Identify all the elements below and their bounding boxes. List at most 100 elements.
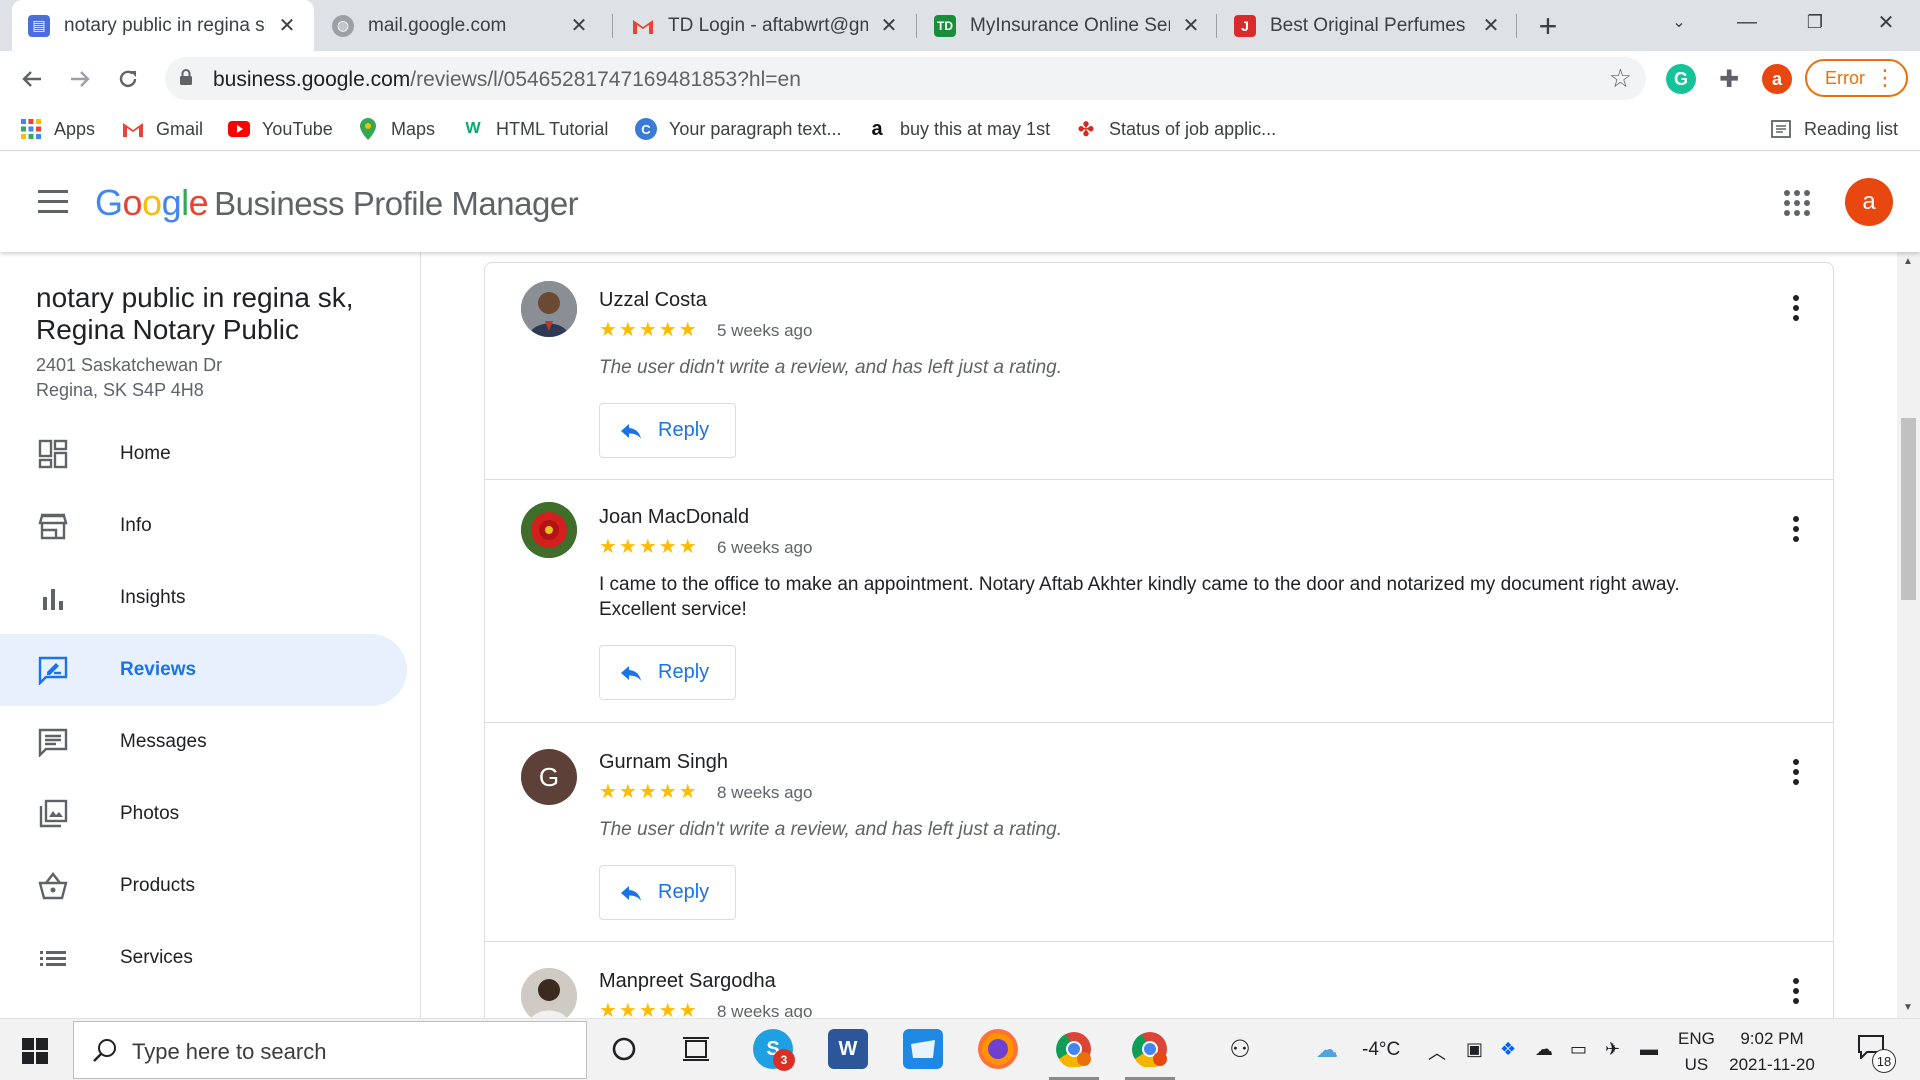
more-vert-icon[interactable] <box>1791 295 1801 325</box>
input-language[interactable]: ENG US <box>1678 1026 1715 1078</box>
grammarly-icon[interactable]: G <box>1666 64 1696 94</box>
reply-button[interactable]: Reply <box>599 645 736 700</box>
canva-icon: C <box>635 118 657 140</box>
main-menu-icon[interactable] <box>38 190 68 214</box>
sidebar-item-reviews[interactable]: Reviews <box>0 634 407 706</box>
action-center-button[interactable]: 18 <box>1858 1035 1896 1073</box>
bookmark-youtube[interactable]: YouTube <box>228 116 333 142</box>
chrome-profile-n-icon[interactable] <box>1054 1029 1094 1069</box>
forward-button[interactable] <box>62 61 98 97</box>
sidebar-item-products[interactable]: Products <box>0 850 407 922</box>
more-vert-icon[interactable] <box>1791 516 1801 546</box>
browser-toolbar: business.google.com/reviews/l/0546528174… <box>0 51 1920 106</box>
system-clock[interactable]: 9:02 PM 2021-11-20 <box>1712 1026 1832 1078</box>
tab-mail[interactable]: ◍ mail.google.com ✕ <box>316 0 606 51</box>
url-host: business.google.com <box>213 68 411 91</box>
reply-button[interactable]: Reply <box>599 403 736 458</box>
bookmark-html-tutorial[interactable]: W HTML Tutorial <box>462 116 608 142</box>
reply-button[interactable]: Reply <box>599 865 736 920</box>
bookmark-job-status[interactable]: ✤ Status of job applic... <box>1075 116 1277 142</box>
review-card: Joan MacDonald ★★★★★ 6 weeks ago I came … <box>484 480 1834 723</box>
google-apps-icon[interactable] <box>1784 190 1810 221</box>
bookmarks-bar: Apps Gmail YouTube Maps W HTML Tutorial … <box>0 106 1920 151</box>
people-icon[interactable]: ⚇ <box>1220 1029 1260 1069</box>
close-tab-icon[interactable]: ✕ <box>1480 13 1502 38</box>
bar-chart-icon <box>43 589 63 610</box>
bookmark-canva[interactable]: C Your paragraph text... <box>635 116 841 142</box>
restore-button[interactable]: ❐ <box>1781 0 1849 44</box>
profile-avatar[interactable]: a <box>1762 64 1792 94</box>
bookmark-amazon[interactable]: a buy this at may 1st <box>866 116 1050 142</box>
back-button[interactable] <box>14 61 50 97</box>
weather-temperature[interactable]: -4°C <box>1362 1039 1400 1061</box>
sidebar-item-insights[interactable]: Insights <box>0 562 407 634</box>
windows-start-icon[interactable] <box>22 1038 48 1064</box>
display-icon[interactable]: ▭ <box>1570 1039 1587 1060</box>
vertical-scrollbar[interactable]: ▲ ▼ <box>1897 252 1920 1018</box>
reviewer-avatar <box>521 968 577 1018</box>
new-tab-button[interactable]: + <box>1530 8 1566 45</box>
sidebar-item-photos[interactable]: Photos <box>0 778 407 850</box>
dashboard-icon <box>38 439 68 469</box>
onedrive-cloud-icon[interactable]: ☁ <box>1535 1039 1553 1060</box>
sidebar-item-info[interactable]: Info <box>0 490 407 562</box>
reload-icon <box>119 70 137 88</box>
battery-icon[interactable]: ▬ <box>1640 1039 1658 1060</box>
close-window-button[interactable]: ✕ <box>1852 0 1920 44</box>
show-hidden-icons-chevron-icon[interactable]: ︿ <box>1428 1039 1446 1065</box>
meet-now-icon[interactable]: ▣ <box>1466 1039 1483 1060</box>
error-button[interactable]: Error ⋮ <box>1805 59 1908 97</box>
tab-myinsurance[interactable]: TD MyInsurance Online Servi ✕ <box>918 0 1218 51</box>
bookmark-maps[interactable]: Maps <box>357 116 435 142</box>
taskbar-search[interactable]: Type here to search <box>73 1021 587 1079</box>
airplane-mode-icon[interactable]: ✈ <box>1605 1039 1620 1060</box>
account-avatar[interactable]: a <box>1845 178 1893 226</box>
close-tab-icon[interactable]: ✕ <box>276 13 298 38</box>
extensions-puzzle-icon[interactable]: ✚ <box>1714 64 1744 94</box>
tab-td-login[interactable]: TD Login - aftabwrt@gma ✕ <box>616 0 916 51</box>
firefox-icon[interactable] <box>978 1029 1018 1069</box>
tab-perfumes[interactable]: J Best Original Perfumes & ✕ <box>1218 0 1518 51</box>
address-bar[interactable]: business.google.com/reviews/l/0546528174… <box>165 57 1646 100</box>
dropbox-icon[interactable]: ❖ <box>1500 1039 1516 1060</box>
close-tab-icon[interactable]: ✕ <box>568 13 590 38</box>
reply-icon <box>621 423 641 439</box>
tab-business-profile[interactable]: ▤ notary public in regina sk, ✕ <box>12 0 314 51</box>
bookmark-label: Gmail <box>156 118 204 139</box>
more-vert-icon[interactable] <box>1791 759 1801 789</box>
scroll-down-icon[interactable]: ▼ <box>1903 1002 1913 1013</box>
ms-store-icon[interactable] <box>903 1029 943 1069</box>
reload-button[interactable] <box>110 61 146 97</box>
sidebar-item-home[interactable]: Home <box>0 418 407 490</box>
url-path: /reviews/l/05465281747169481853?hl=en <box>410 68 801 91</box>
skype-badge: 3 <box>773 1049 795 1071</box>
bookmark-gmail[interactable]: Gmail <box>122 116 203 142</box>
word-icon[interactable]: W <box>828 1029 868 1069</box>
chrome-profile-a-icon[interactable] <box>1130 1029 1170 1069</box>
gmail-icon <box>122 118 144 140</box>
address-line-1: 2401 Saskatchewan Dr <box>36 355 223 375</box>
tab-search-icon[interactable]: ⌄ <box>1645 0 1713 44</box>
scroll-up-icon[interactable]: ▲ <box>1903 256 1913 267</box>
sidebar-item-messages[interactable]: Messages <box>0 706 407 778</box>
more-vert-icon[interactable] <box>1791 978 1801 1008</box>
tab-separator <box>1216 14 1217 38</box>
reviewer-avatar <box>521 281 577 337</box>
close-tab-icon[interactable]: ✕ <box>1180 13 1202 38</box>
cortana-icon[interactable] <box>604 1029 644 1069</box>
close-tab-icon[interactable]: ✕ <box>878 13 900 38</box>
weather-cloud-icon[interactable]: ☁ <box>1316 1037 1338 1063</box>
list-icon <box>40 951 66 966</box>
youtube-icon <box>228 118 250 140</box>
scrollbar-thumb[interactable] <box>1901 418 1916 600</box>
product-logo[interactable]: Google Business Profile Manager <box>95 182 579 224</box>
task-view-icon[interactable] <box>676 1029 716 1069</box>
sidebar-item-services[interactable]: Services <box>0 922 407 994</box>
reading-list-button[interactable]: Reading list <box>1770 116 1898 142</box>
bookmark-star-icon[interactable]: ☆ <box>1609 63 1632 94</box>
review-card: Uzzal Costa ★★★★★ 5 weeks ago The user d… <box>484 262 1834 480</box>
bookmark-label: Your paragraph text... <box>669 118 842 139</box>
bookmark-apps[interactable]: Apps <box>20 116 95 142</box>
minimize-button[interactable]: — <box>1713 0 1781 44</box>
star-rating: ★★★★★ <box>599 319 699 341</box>
